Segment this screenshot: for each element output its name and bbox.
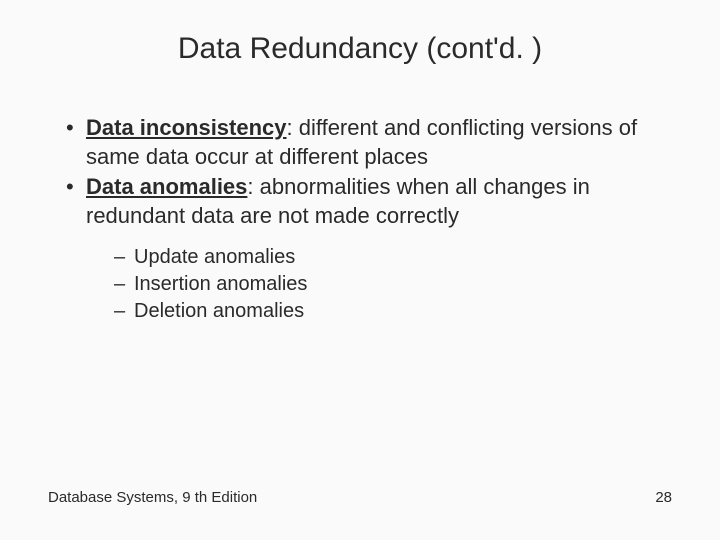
list-item: Insertion anomalies [114,271,672,298]
bullet-list: Data inconsistency: different and confli… [48,114,672,325]
list-item: Data inconsistency: different and confli… [66,114,672,171]
slide-footer: Database Systems, 9 th Edition 28 [48,489,672,506]
list-item: Update anomalies [114,244,672,271]
term: Data anomalies [86,174,247,199]
list-item: Data anomalies: abnormalities when all c… [66,173,672,325]
sub-bullet-list: Update anomalies Insertion anomalies Del… [86,244,672,325]
term: Data inconsistency [86,115,287,140]
list-item: Deletion anomalies [114,298,672,325]
slide-title: Data Redundancy (cont'd. ) [48,32,672,66]
footer-source: Database Systems, 9 th Edition [48,489,257,506]
page-number: 28 [655,489,672,506]
